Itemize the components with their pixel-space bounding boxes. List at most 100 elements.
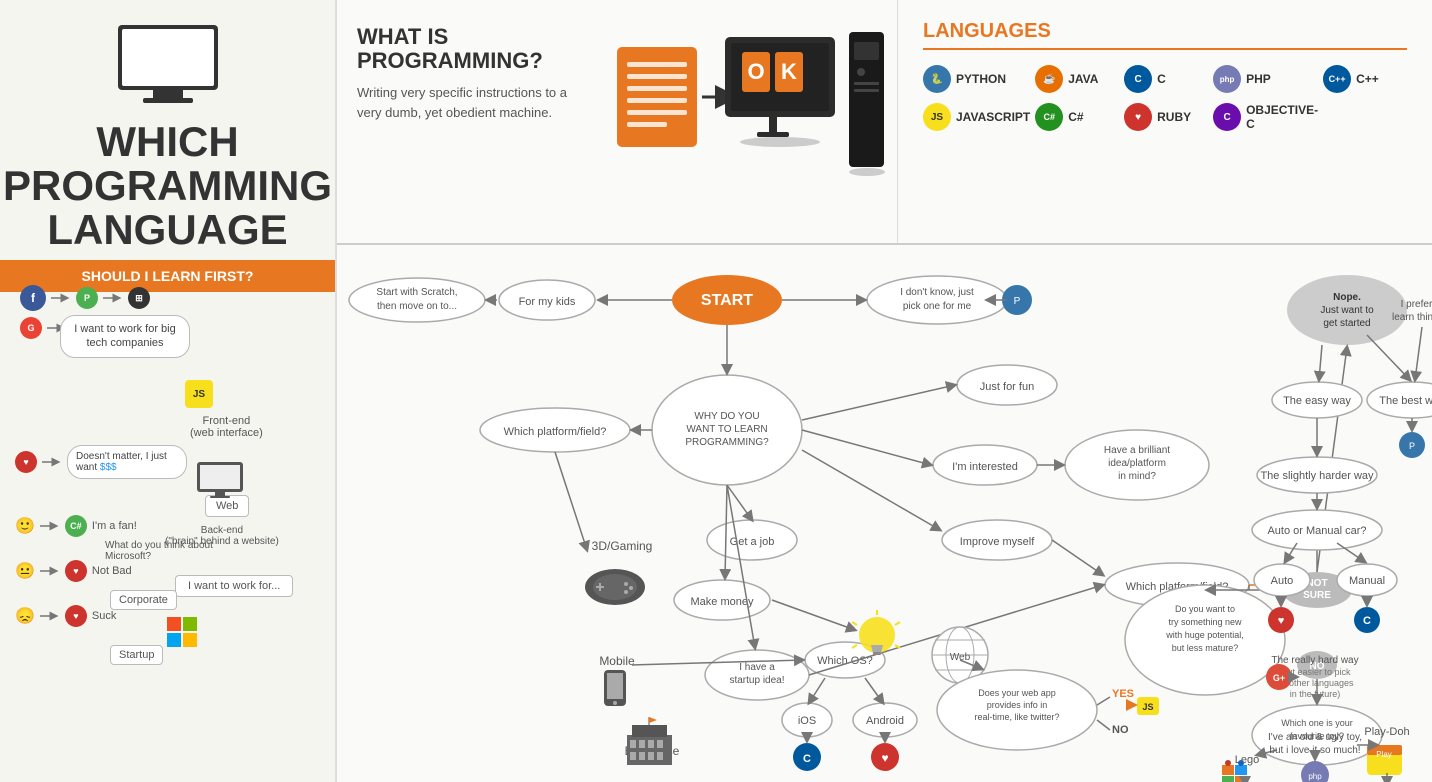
work-for-label: I want to work for... <box>175 575 293 597</box>
google-icon: G <box>20 317 42 339</box>
svg-text:then move on to...: then move on to... <box>377 301 457 312</box>
svg-text:in mind?: in mind? <box>1118 471 1156 482</box>
lang-javascript: JS JAVASCRIPT <box>923 103 1030 131</box>
languages-grid: 🐍 PYTHON ☕ JAVA C C php PHP <box>923 65 1407 131</box>
svg-text:Just for fun: Just for fun <box>980 381 1034 393</box>
ruby-icon: ♥ <box>15 451 37 473</box>
c-badge: C <box>1124 65 1152 93</box>
svg-text:♥: ♥ <box>881 751 888 765</box>
notbad-label: Not Bad <box>92 565 132 577</box>
fan-label: I'm a fan! <box>92 520 137 532</box>
svg-text:NO: NO <box>1112 724 1129 736</box>
lang-python: 🐍 PYTHON <box>923 65 1030 93</box>
svg-text:php: php <box>1308 772 1322 781</box>
big-tech-label: I want to work for big tech companies <box>60 315 190 358</box>
svg-text:Just want to: Just want to <box>1320 305 1374 316</box>
flowchart-svg: START For my kids Start with Scratch, th… <box>337 245 1432 782</box>
svg-text:learn things...: learn things... <box>1392 312 1432 323</box>
arrow-right <box>51 292 71 304</box>
svg-text:startup idea!: startup idea! <box>729 675 784 686</box>
svg-text:PROGRAMMING?: PROGRAMMING? <box>685 437 769 448</box>
svg-text:Have a brilliant: Have a brilliant <box>1104 445 1170 456</box>
svg-text:iOS: iOS <box>798 715 816 727</box>
svg-text:in the future): in the future) <box>1290 689 1341 699</box>
web-monitor <box>195 460 245 505</box>
svg-text:O: O <box>747 59 764 84</box>
svg-text:I've an old & ugly toy,: I've an old & ugly toy, <box>1268 732 1362 743</box>
svg-text:JS: JS <box>1142 702 1153 712</box>
facebook-icon: f <box>20 285 46 311</box>
svg-text:C: C <box>803 753 811 765</box>
banner-title: WHICH PROGRAMMING LANGUAGE <box>0 120 347 252</box>
languages-section: LANGUAGES 🐍 PYTHON ☕ JAVA C C <box>897 0 1432 243</box>
js-badge2: JS <box>923 103 951 131</box>
svg-text:I have a: I have a <box>739 662 775 673</box>
svg-text:G+: G+ <box>1273 673 1285 683</box>
svg-text:Play-Doh: Play-Doh <box>1364 726 1409 738</box>
doesnt-matter-row: ♥ Doesn't matter, I just want $$$ <box>15 445 187 479</box>
svg-text:try something new: try something new <box>1168 617 1242 627</box>
languages-heading: LANGUAGES <box>923 20 1407 50</box>
svg-text:Android: Android <box>866 715 904 727</box>
java-badge: ☕ <box>1035 65 1063 93</box>
svg-text:Which one is your: Which one is your <box>1281 718 1353 728</box>
lang-c: C C <box>1124 65 1208 93</box>
frontend-label: Front-end(web interface) <box>190 415 263 439</box>
svg-text:I don't know, just: I don't know, just <box>900 287 974 298</box>
csharp-icon: C# <box>65 515 87 537</box>
top-section: WHAT IS PROGRAMMING? Writing very specif… <box>337 0 1432 245</box>
svg-text:Do you want to: Do you want to <box>1175 604 1235 614</box>
svg-text:Start with Scratch,: Start with Scratch, <box>376 287 457 298</box>
svg-text:Mobile: Mobile <box>599 654 635 668</box>
doesnt-matter-label: Doesn't matter, I just want $$$ <box>67 445 187 479</box>
svg-text:Does your web app: Does your web app <box>978 688 1056 698</box>
svg-text:SURE: SURE <box>1303 590 1331 601</box>
lang-ruby: ♥ RUBY <box>1124 103 1208 131</box>
lang-java: ☕ JAVA <box>1035 65 1119 93</box>
svg-text:3D/Gaming: 3D/Gaming <box>592 539 653 553</box>
svg-text:provides info in: provides info in <box>987 700 1048 710</box>
svg-text:The really hard way: The really hard way <box>1271 655 1358 666</box>
svg-text:real-time, like twitter?: real-time, like twitter? <box>974 712 1059 722</box>
svg-text:Auto: Auto <box>1271 575 1294 587</box>
csharp-badge: C# <box>1035 103 1063 131</box>
left-banner: WHICH PROGRAMMING LANGUAGE SHOULD I LEAR… <box>0 0 335 782</box>
svg-text:idea/platform: idea/platform <box>1108 458 1166 469</box>
computer-illustration: O K <box>597 0 897 243</box>
corporate-label: Corporate <box>110 590 177 610</box>
svg-text:WANT TO LEARN: WANT TO LEARN <box>686 424 767 435</box>
svg-text:WHY DO YOU: WHY DO YOU <box>694 411 759 422</box>
svg-text:YES: YES <box>1112 688 1134 700</box>
svg-text:P: P <box>1409 441 1415 451</box>
svg-text:C: C <box>1363 615 1371 627</box>
svg-text:I'm interested: I'm interested <box>952 461 1018 473</box>
flowchart-area: START For my kids Start with Scratch, th… <box>337 245 1432 782</box>
ruby-icon2: ♥ <box>65 560 87 582</box>
svg-text:pick one for me: pick one for me <box>903 301 972 312</box>
svg-text:Auto or Manual car?: Auto or Manual car? <box>1267 525 1366 537</box>
svg-text:Which OS?: Which OS? <box>817 655 873 667</box>
svg-text:with huge potential,: with huge potential, <box>1165 630 1244 640</box>
svg-text:Which platform/field?: Which platform/field? <box>504 426 607 438</box>
svg-text:The slightly harder way: The slightly harder way <box>1260 470 1374 482</box>
objc-badge: C <box>1213 103 1241 131</box>
svg-text:The easy way: The easy way <box>1283 395 1351 407</box>
windows-logo <box>165 615 200 655</box>
svg-text:The best way: The best way <box>1379 395 1432 407</box>
lang-csharp: C# C# <box>1035 103 1119 131</box>
svg-text:K: K <box>781 59 797 84</box>
suck-row: 😞 ♥ Suck <box>15 605 116 627</box>
programming-heading: WHAT IS PROGRAMMING? <box>357 25 577 73</box>
windows-icon: ⊞ <box>128 287 150 309</box>
computer-svg: O K <box>607 17 887 227</box>
svg-text:get started: get started <box>1323 318 1370 329</box>
js-badge: JS <box>185 380 213 408</box>
lang-php: php PHP <box>1213 65 1318 93</box>
startup-label: Startup <box>110 645 163 665</box>
cpp-badge: C++ <box>1323 65 1351 93</box>
svg-text:♥: ♥ <box>1278 615 1285 627</box>
svg-text:P: P <box>1014 296 1021 307</box>
arrow-right2 <box>103 292 123 304</box>
lang-objc: C OBJECTIVE-C <box>1213 103 1318 131</box>
monitor-icon <box>108 20 228 110</box>
